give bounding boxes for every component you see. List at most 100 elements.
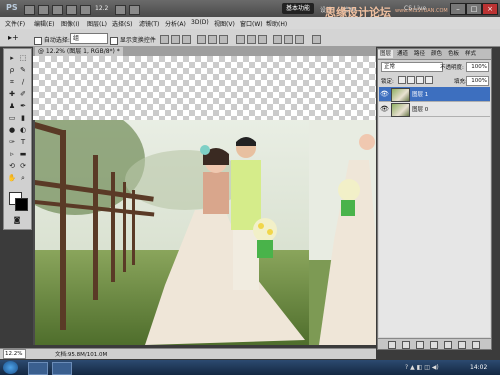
adjustment-layer-icon[interactable] xyxy=(430,341,438,349)
system-tray-icons[interactable]: ? ▲ ◧ ◫ ◀) xyxy=(405,364,439,371)
hand-tool-icon[interactable] xyxy=(66,5,77,15)
screen-mode-icon[interactable] xyxy=(129,5,140,15)
align-right-icon[interactable] xyxy=(219,35,228,44)
blur-tool-icon[interactable]: ● xyxy=(7,125,17,135)
new-layer-icon[interactable] xyxy=(458,341,466,349)
distribute-center-icon[interactable] xyxy=(284,35,293,44)
menu-analysis[interactable]: 分析(A) xyxy=(165,19,186,28)
type-tool-icon[interactable]: T xyxy=(18,137,28,147)
history-brush-tool-icon[interactable]: ✒ xyxy=(18,101,28,111)
canvas-area[interactable] xyxy=(33,56,376,345)
pen-tool-icon[interactable]: ✑ xyxy=(7,137,17,147)
blend-mode-select[interactable]: 正常 xyxy=(381,62,443,72)
lock-position-icon[interactable] xyxy=(416,76,424,84)
arrange-documents-icon[interactable] xyxy=(115,5,126,15)
move-tool-icon[interactable]: ▸ xyxy=(7,53,17,63)
show-transform-check-box[interactable] xyxy=(110,36,118,45)
lasso-tool-icon[interactable]: ρ xyxy=(7,65,17,75)
menu-layer[interactable]: 图层(L) xyxy=(87,19,107,28)
layer-mask-icon[interactable] xyxy=(416,341,424,349)
menu-3d[interactable]: 3D(D) xyxy=(191,19,209,26)
layer-row[interactable]: 👁 图层 0 xyxy=(379,102,490,117)
distribute-middle-icon[interactable] xyxy=(247,35,256,44)
taskbar-app-photoshop[interactable] xyxy=(52,362,72,375)
mini-bridge-icon[interactable] xyxy=(38,5,49,15)
auto-align-icon[interactable] xyxy=(312,35,321,44)
distribute-top-icon[interactable] xyxy=(236,35,245,44)
menu-help[interactable]: 帮助(H) xyxy=(266,19,287,28)
eraser-tool-icon[interactable]: ▭ xyxy=(7,113,17,123)
status-zoom-field[interactable]: 12.2% xyxy=(3,349,26,359)
hand-tool-icon[interactable]: ✋ xyxy=(7,173,17,183)
tab-layers[interactable]: 图层 xyxy=(378,50,394,58)
lock-all-icon[interactable] xyxy=(425,76,433,84)
distribute-bottom-icon[interactable] xyxy=(258,35,267,44)
opacity-input[interactable]: 100% xyxy=(466,62,489,72)
clone-stamp-tool-icon[interactable]: ♟ xyxy=(7,101,17,111)
fill-input[interactable]: 100% xyxy=(466,76,489,86)
3d-rotate-tool-icon[interactable]: ⟲ xyxy=(7,161,17,171)
start-button[interactable] xyxy=(3,361,18,374)
menu-view[interactable]: 视图(V) xyxy=(214,19,235,28)
cs-live-button[interactable]: CS Live xyxy=(404,5,426,12)
document-tab[interactable]: @ 12.2% (图层 1, RGB/8*) * xyxy=(35,47,123,56)
taskbar-app-explorer[interactable] xyxy=(28,362,48,375)
zoom-tool-icon[interactable] xyxy=(80,5,91,15)
path-select-tool-icon[interactable]: ▹ xyxy=(7,149,17,159)
3d-orbit-tool-icon[interactable]: ⟳ xyxy=(18,161,28,171)
menu-window[interactable]: 窗口(W) xyxy=(240,19,263,28)
distribute-left-icon[interactable] xyxy=(273,35,282,44)
link-layers-icon[interactable] xyxy=(388,341,396,349)
wedding-photo[interactable] xyxy=(35,120,309,345)
delete-layer-icon[interactable] xyxy=(472,341,480,349)
menu-file[interactable]: 文件(F) xyxy=(5,19,25,28)
auto-select-dropdown[interactable]: 组 xyxy=(70,33,108,44)
layer-row[interactable]: 👁 图层 1 xyxy=(379,87,490,102)
layer-style-icon[interactable] xyxy=(402,341,410,349)
close-button[interactable]: × xyxy=(482,3,498,15)
maximize-button[interactable]: □ xyxy=(466,3,482,15)
zoom-level[interactable]: 12.2 xyxy=(95,5,108,12)
dodge-tool-icon[interactable]: ◐ xyxy=(18,125,28,135)
align-top-icon[interactable] xyxy=(160,35,169,44)
new-group-icon[interactable] xyxy=(444,341,452,349)
align-middle-icon[interactable] xyxy=(171,35,180,44)
quick-select-tool-icon[interactable]: ✎ xyxy=(18,65,28,75)
brush-tool-icon[interactable]: ✐ xyxy=(18,89,28,99)
minimize-button[interactable]: – xyxy=(450,3,466,15)
taskbar-clock[interactable]: 14:02 xyxy=(470,364,487,371)
menu-edit[interactable]: 编辑(E) xyxy=(34,19,54,28)
wedding-photo-duplicate[interactable] xyxy=(309,120,376,345)
gradient-tool-icon[interactable]: ▮ xyxy=(18,113,28,123)
lock-pixels-icon[interactable] xyxy=(407,76,415,84)
healing-brush-tool-icon[interactable]: ✚ xyxy=(7,89,17,99)
align-center-icon[interactable] xyxy=(208,35,217,44)
shape-tool-icon[interactable]: ▬ xyxy=(18,149,28,159)
tab-styles[interactable]: 样式 xyxy=(463,50,478,58)
zoom-tool-icon[interactable]: ⌕ xyxy=(18,173,28,183)
tab-channels[interactable]: 通道 xyxy=(395,50,410,58)
align-bottom-icon[interactable] xyxy=(182,35,191,44)
menu-select[interactable]: 选择(S) xyxy=(112,19,133,28)
tab-swatches[interactable]: 色板 xyxy=(446,50,461,58)
marquee-tool-icon[interactable]: ⬚ xyxy=(18,53,28,63)
bridge-icon[interactable] xyxy=(24,5,35,15)
tab-paths[interactable]: 路径 xyxy=(412,50,427,58)
view-extras-icon[interactable] xyxy=(52,5,63,15)
menu-image[interactable]: 图像(I) xyxy=(61,19,79,28)
auto-select-check-box[interactable] xyxy=(34,36,42,45)
distribute-right-icon[interactable] xyxy=(295,35,304,44)
background-color-swatch[interactable] xyxy=(15,198,28,211)
eyedropper-tool-icon[interactable]: ∕ xyxy=(18,77,28,87)
eye-icon[interactable]: 👁 xyxy=(380,105,389,113)
eye-icon[interactable]: 👁 xyxy=(380,90,389,98)
lock-transparency-icon[interactable] xyxy=(398,76,406,84)
tab-color[interactable]: 颜色 xyxy=(429,50,444,58)
align-left-icon[interactable] xyxy=(197,35,206,44)
crop-tool-icon[interactable]: ⌗ xyxy=(7,77,17,87)
auto-select-checkbox[interactable]: 自动选择: xyxy=(34,35,70,45)
menu-filter[interactable]: 滤镜(T) xyxy=(139,19,159,28)
move-tool-preset-icon[interactable]: ▸+ xyxy=(8,33,19,42)
show-transform-checkbox[interactable]: 显示变换控件 xyxy=(110,35,156,45)
workspace-essentials-button[interactable]: 基本功能 xyxy=(282,3,314,14)
